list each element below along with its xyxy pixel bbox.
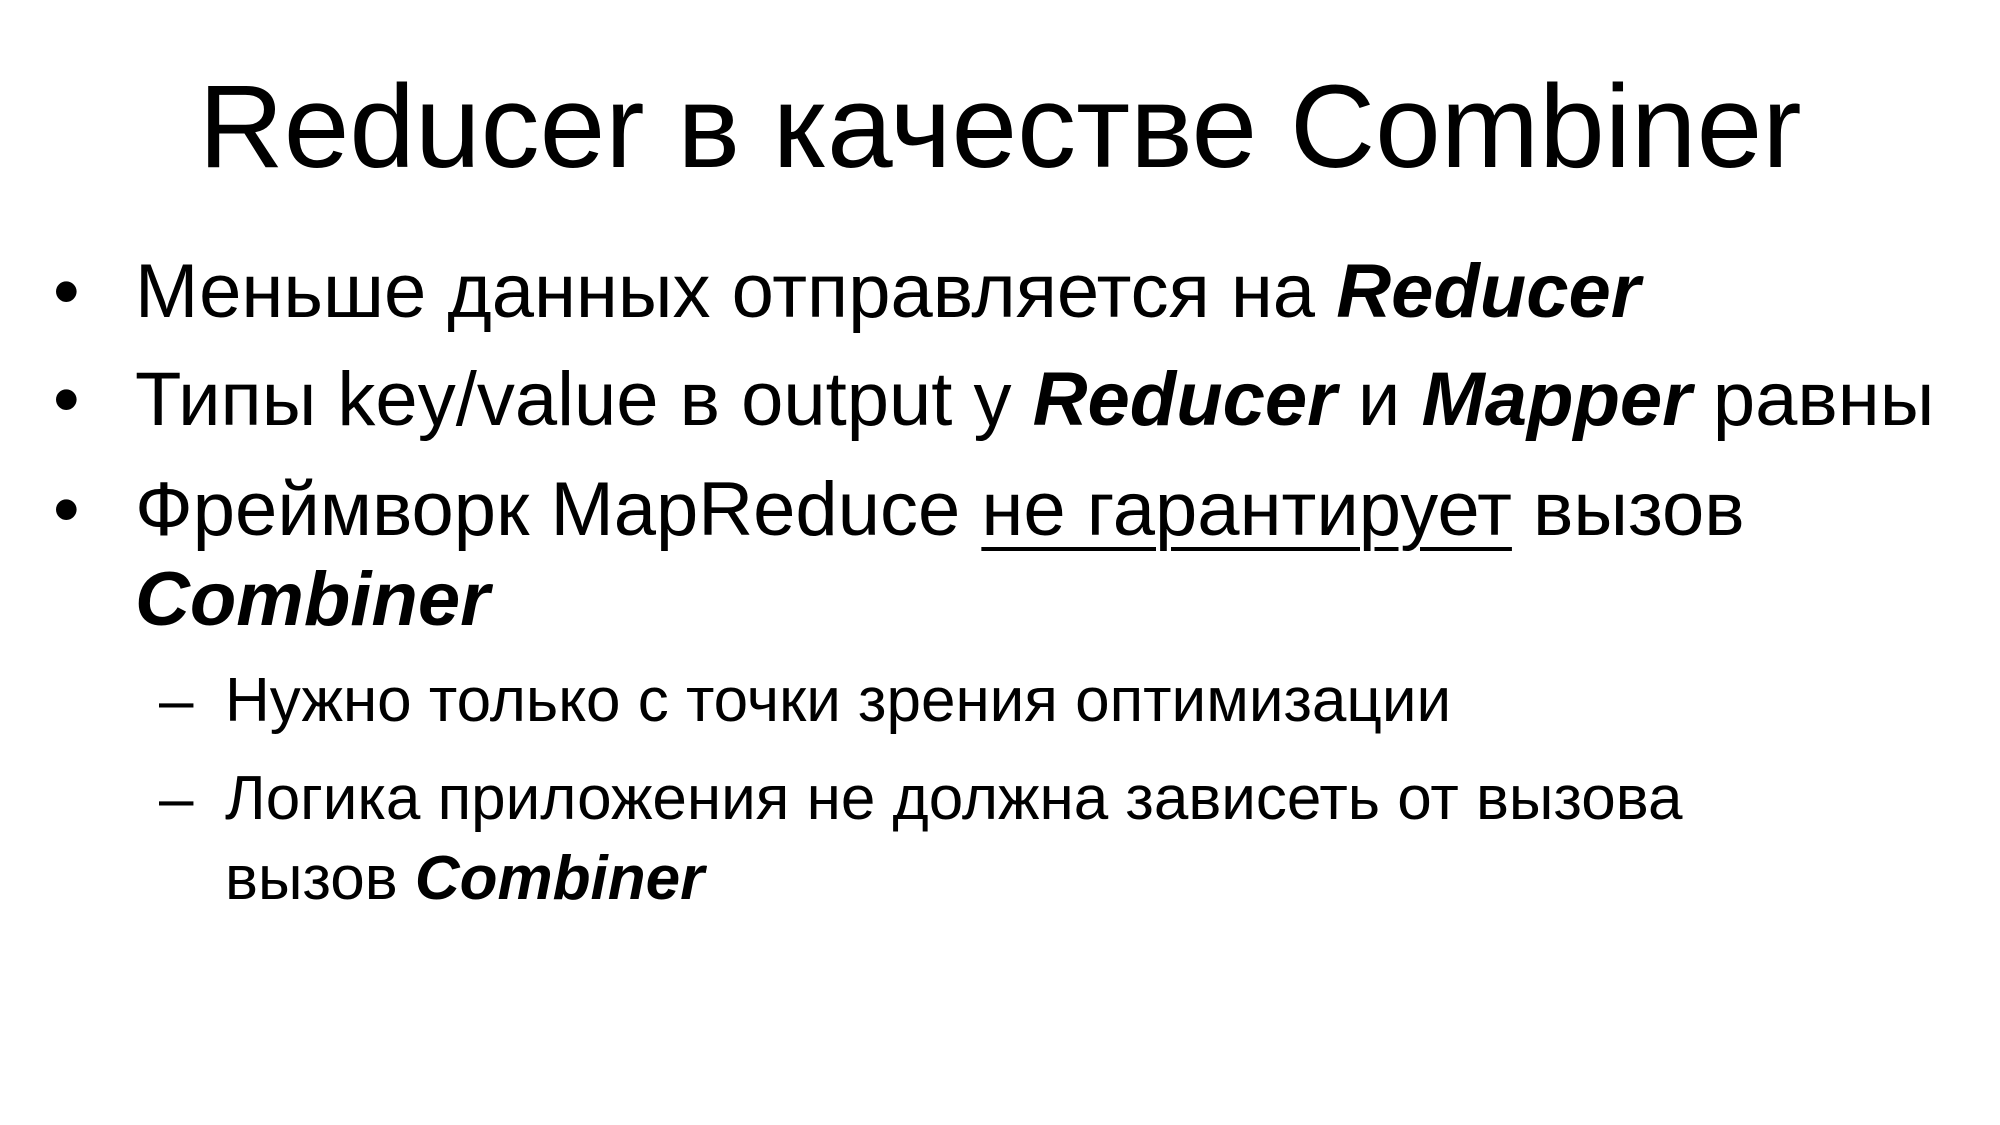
bullet-text: Меньше данных отправляется на bbox=[135, 249, 1337, 334]
bullet-list: • Меньше данных отправляется на Reducer •… bbox=[0, 0, 2000, 1125]
sub-bullet-text: Нужно только с точки зрения оптимизации bbox=[225, 666, 1452, 735]
bullet-emphasis: Reducer bbox=[1032, 357, 1337, 442]
bullet-text: Фреймворк MapReduce bbox=[135, 467, 982, 552]
bullet-text: вызов bbox=[1511, 467, 1745, 552]
sub-bullet-marker: – bbox=[159, 666, 194, 735]
sub-bullet-text: вызов bbox=[225, 844, 415, 913]
slide: Reducer в качестве Combiner • Меньше данн… bbox=[0, 0, 2000, 1125]
sub-bullet-text: Логика приложения не должна зависеть от … bbox=[225, 764, 1683, 833]
sub-bullet-item-2: – Логика приложения не должна зависеть от… bbox=[159, 755, 1683, 843]
bullet-item-3: • Фреймворк MapReduce не гарантирует вызо… bbox=[53, 460, 1745, 560]
sub-bullet-emphasis: Combiner bbox=[414, 844, 705, 913]
bullet-marker: • bbox=[53, 357, 80, 442]
sub-bullet-item-1: – Нужно только с точки зрения оптимизации bbox=[159, 657, 1452, 745]
sub-bullet-item-2-continuation: вызов Combiner bbox=[225, 835, 704, 923]
bullet-marker: • bbox=[53, 467, 80, 552]
bullet-item-1: • Меньше данных отправляется на Reducer bbox=[53, 242, 1641, 342]
bullet-emphasis: Combiner bbox=[135, 557, 490, 642]
bullet-text: Типы key/value в output у bbox=[135, 357, 1033, 442]
bullet-item-2: • Типы key/value в output у Reducer и Map… bbox=[53, 350, 1935, 450]
bullet-text: равны bbox=[1691, 357, 1935, 442]
underlined-phrase: не гарантирует bbox=[981, 467, 1512, 552]
bullet-text: и bbox=[1336, 357, 1422, 442]
bullet-item-3-continuation: Combiner bbox=[135, 550, 490, 650]
sub-bullet-marker: – bbox=[159, 764, 194, 833]
bullet-emphasis: Reducer bbox=[1336, 249, 1641, 334]
bullet-emphasis: Mapper bbox=[1421, 357, 1692, 442]
bullet-marker: • bbox=[53, 249, 80, 334]
